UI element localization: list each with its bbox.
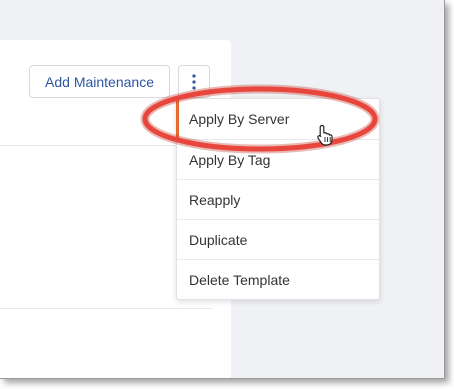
section-divider [0, 308, 212, 309]
menu-item-reapply[interactable]: Reapply [177, 179, 379, 219]
menu-item-apply-by-tag[interactable]: Apply By Tag [177, 139, 379, 179]
add-maintenance-button[interactable]: Add Maintenance [29, 65, 170, 98]
vertical-ellipsis-icon [192, 73, 196, 90]
menu-item-apply-by-server[interactable]: Apply By Server [176, 99, 379, 139]
dropdown-menu: Apply By Server Apply By Tag Reapply Dup… [176, 98, 380, 300]
menu-item-duplicate[interactable]: Duplicate [177, 219, 379, 259]
menu-item-delete-template[interactable]: Delete Template [177, 259, 379, 299]
section-divider [0, 145, 176, 146]
menu-item-label: Apply By Tag [189, 151, 271, 168]
add-maintenance-label: Add Maintenance [45, 73, 154, 90]
menu-item-label: Apply By Server [189, 111, 290, 127]
menu-item-label: Duplicate [189, 231, 248, 248]
menu-item-label: Delete Template [189, 271, 290, 288]
screenshot-frame: Add Maintenance Apply By Server Apply By… [0, 0, 445, 379]
menu-item-label: Reapply [189, 191, 241, 208]
more-options-button[interactable] [178, 65, 210, 98]
